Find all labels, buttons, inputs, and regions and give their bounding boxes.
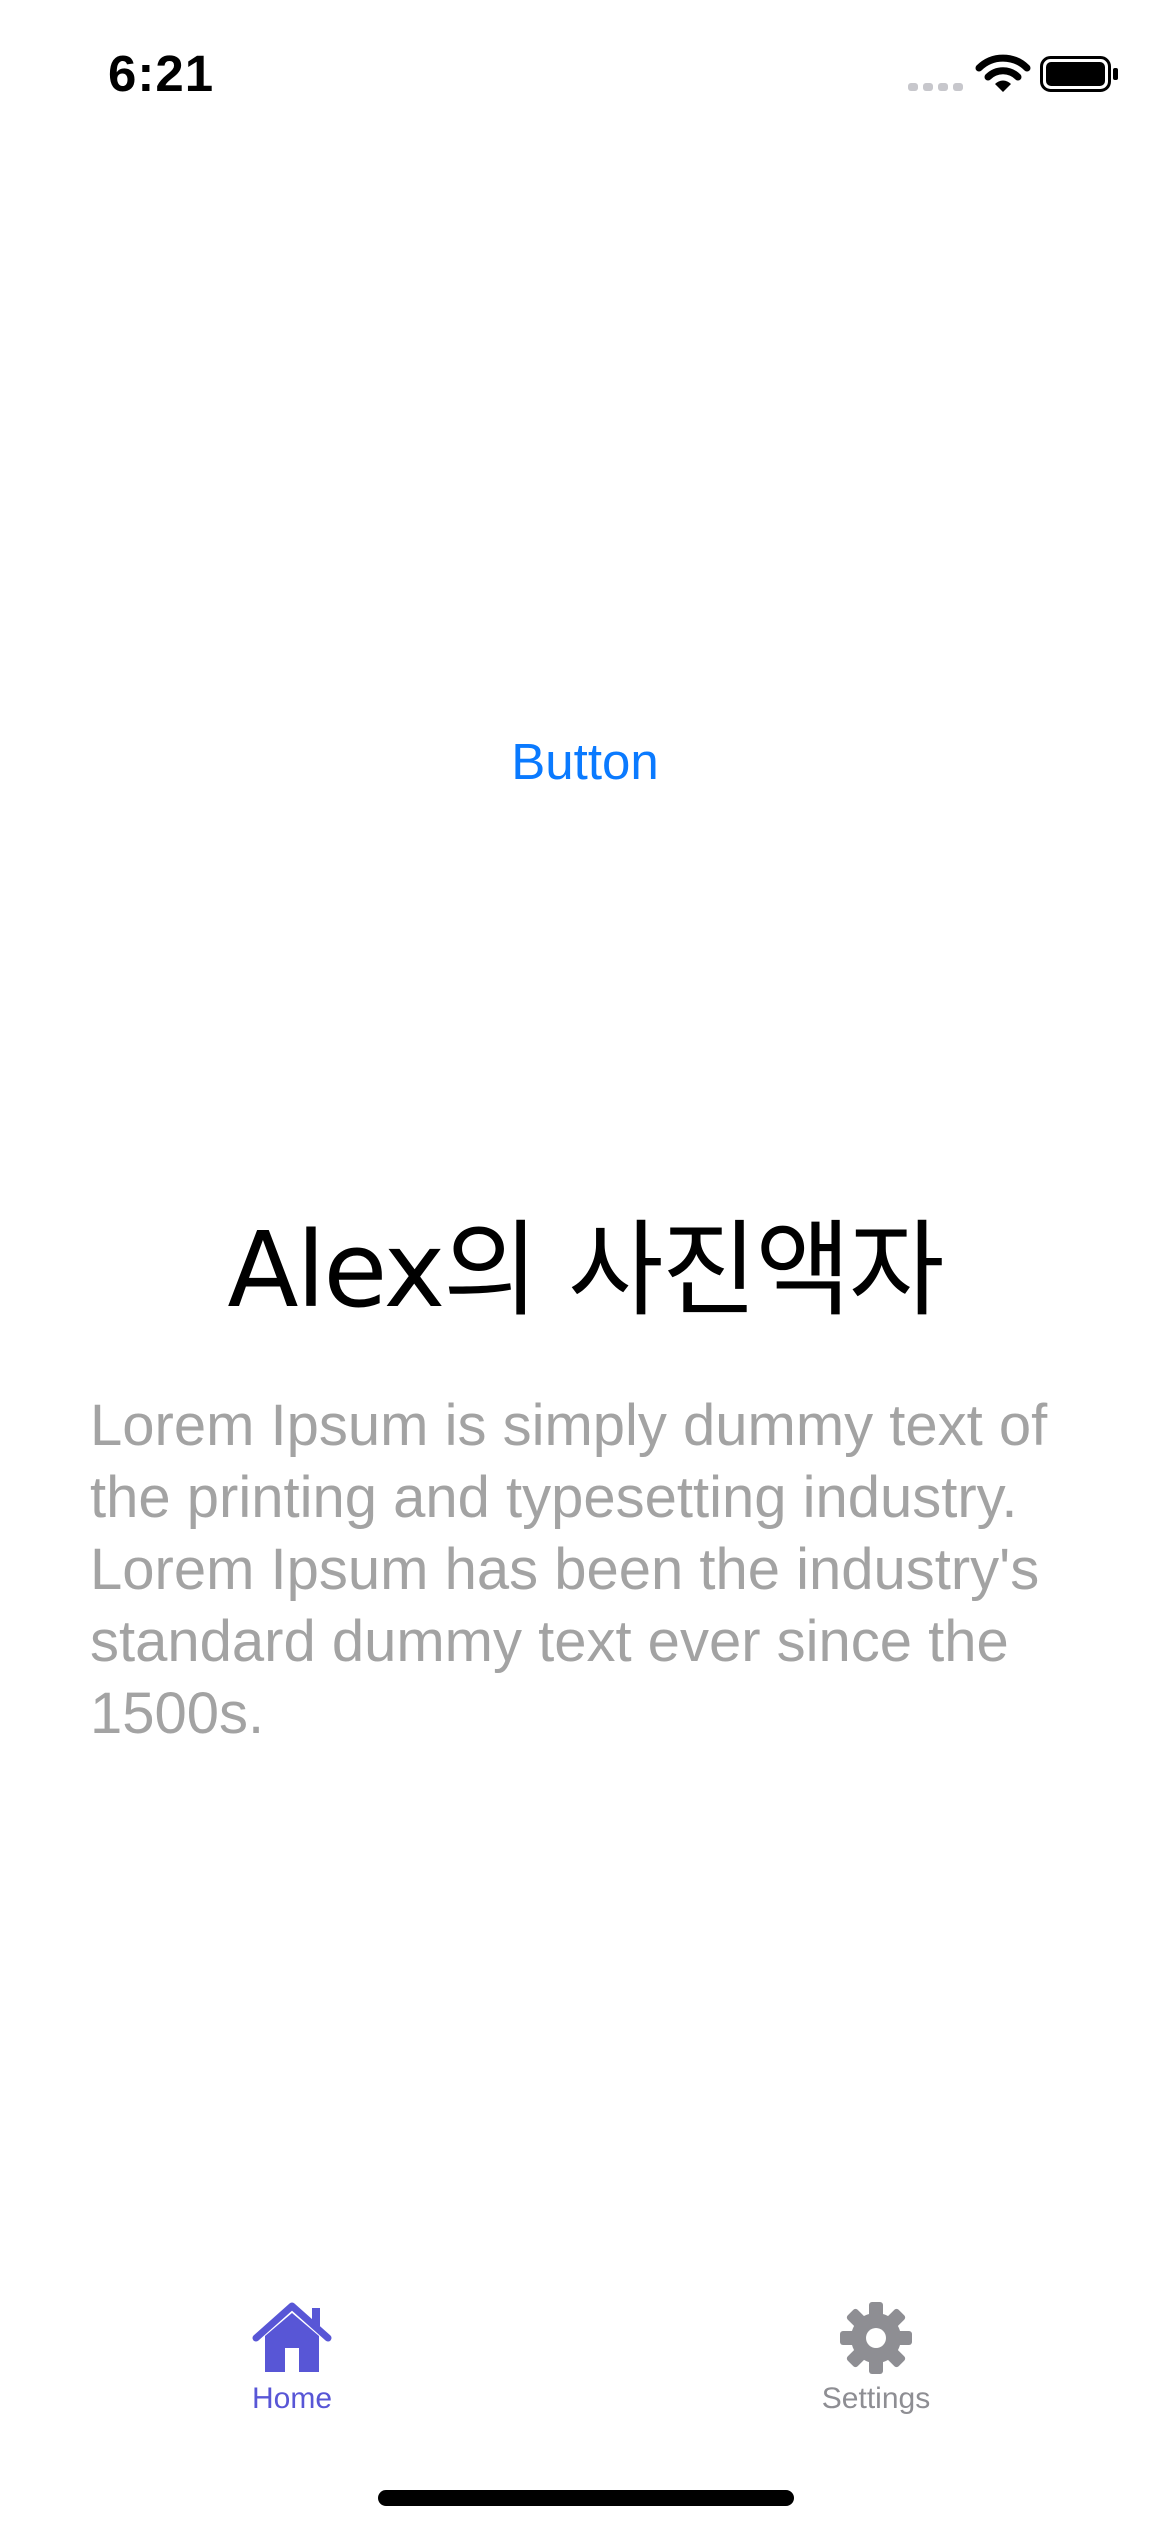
status-time: 6:21 bbox=[108, 45, 215, 102]
description-text: Lorem Ipsum is simply dummy text of the … bbox=[90, 1393, 1048, 1746]
cellular-signal-icon bbox=[908, 83, 963, 91]
house-icon bbox=[252, 2302, 332, 2372]
tab-settings[interactable]: Settings bbox=[766, 2280, 986, 2460]
tab-home[interactable]: Home bbox=[182, 2280, 402, 2460]
tab-home-label: Home bbox=[251, 2382, 333, 2415]
gear-icon bbox=[840, 2302, 912, 2374]
status-bar: 6:21 bbox=[0, 0, 1170, 150]
home-indicator[interactable] bbox=[378, 2490, 794, 2506]
battery-icon bbox=[1040, 56, 1118, 92]
tab-bar: Home Settings bbox=[0, 2280, 1170, 2460]
main-button[interactable]: Button bbox=[485, 722, 685, 802]
tab-settings-label: Settings bbox=[821, 2382, 931, 2415]
page-title: Alex의 사진액자 bbox=[227, 1209, 944, 1331]
wifi-icon bbox=[975, 54, 1031, 92]
